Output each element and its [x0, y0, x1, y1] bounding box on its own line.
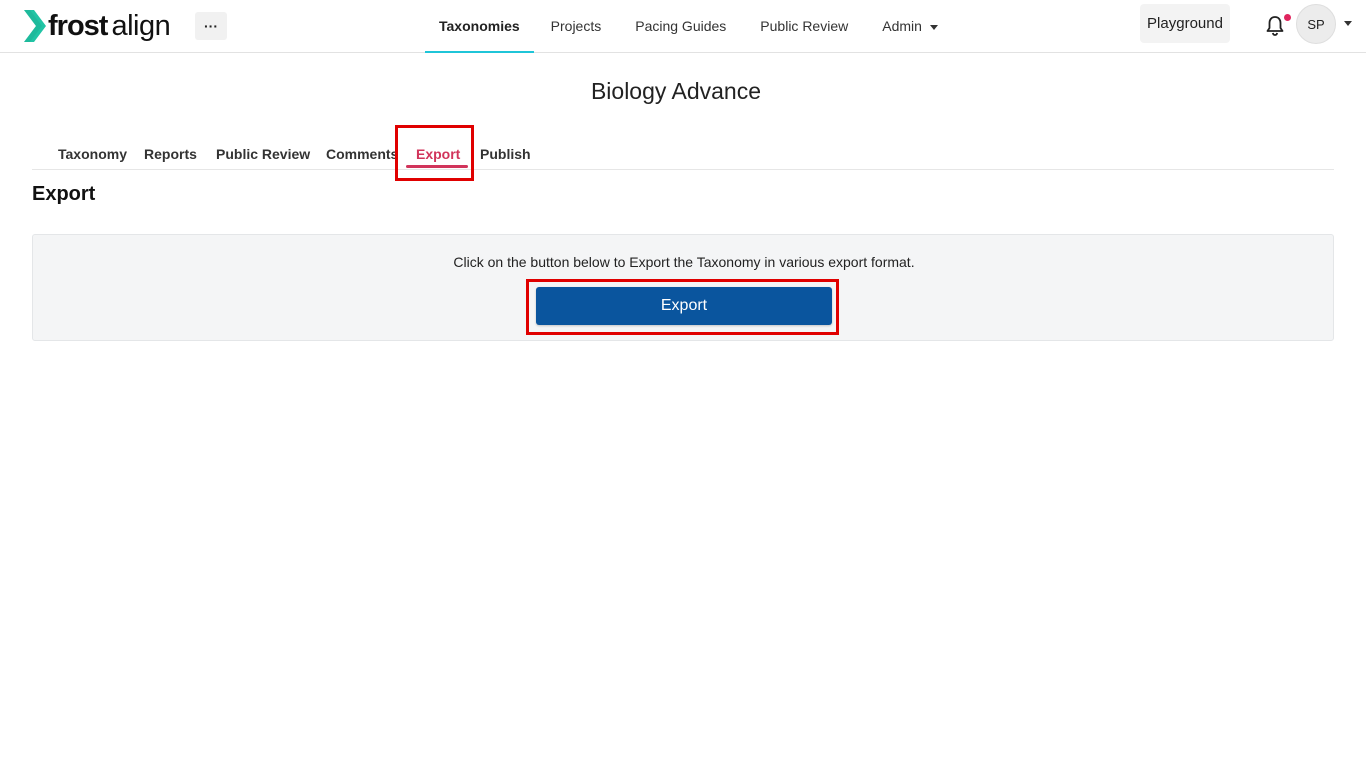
tab-comments[interactable]: Comments — [326, 146, 398, 162]
tab-public-review[interactable]: Public Review — [216, 146, 310, 162]
nav-pacing-guides-label: Pacing Guides — [635, 18, 727, 34]
logo-text-frost: frost — [48, 9, 108, 42]
frost-align-logo[interactable]: frost align — [24, 9, 171, 43]
nav-taxonomies[interactable]: Taxonomies — [425, 0, 534, 53]
section-title: Export — [32, 183, 96, 205]
nav-public-review[interactable]: Public Review — [743, 0, 865, 52]
export-panel: Click on the button below to Export the … — [32, 234, 1334, 341]
nav-taxonomies-label: Taxonomies — [439, 18, 520, 34]
nav-admin-label: Admin — [882, 18, 922, 34]
export-instructions: Click on the button below to Export the … — [453, 254, 915, 270]
main-nav: Taxonomies Projects Pacing Guides Public… — [425, 0, 955, 53]
more-options-button[interactable]: ··· — [195, 12, 227, 40]
avatar-chevron-down-icon[interactable] — [1344, 21, 1352, 26]
top-navbar: frost align ··· Taxonomies Projects Paci… — [0, 0, 1366, 53]
playground-button[interactable]: Playground — [1140, 4, 1230, 43]
user-avatar[interactable]: SP — [1296, 4, 1336, 44]
logo-text-align: align — [111, 9, 171, 42]
nav-projects-label: Projects — [550, 18, 602, 34]
nav-projects[interactable]: Projects — [534, 0, 619, 52]
notification-dot — [1284, 14, 1291, 21]
active-tab-indicator — [406, 165, 468, 168]
nav-pacing-guides[interactable]: Pacing Guides — [618, 0, 743, 52]
frost-chevron-icon — [24, 10, 46, 42]
taxonomy-subtabs: Taxonomy Reports Public Review Comments … — [32, 130, 1334, 170]
tab-reports[interactable]: Reports — [144, 146, 197, 162]
tab-publish[interactable]: Publish — [480, 146, 531, 162]
nav-admin-dropdown[interactable]: Admin — [865, 0, 955, 52]
tab-export[interactable]: Export — [416, 146, 460, 162]
nav-public-review-label: Public Review — [760, 18, 849, 34]
export-button[interactable]: Export — [536, 287, 832, 325]
page-title: Biology Advance — [590, 78, 762, 104]
tab-taxonomy[interactable]: Taxonomy — [58, 146, 127, 162]
bell-icon[interactable] — [1265, 15, 1285, 37]
chevron-down-icon — [929, 25, 938, 30]
